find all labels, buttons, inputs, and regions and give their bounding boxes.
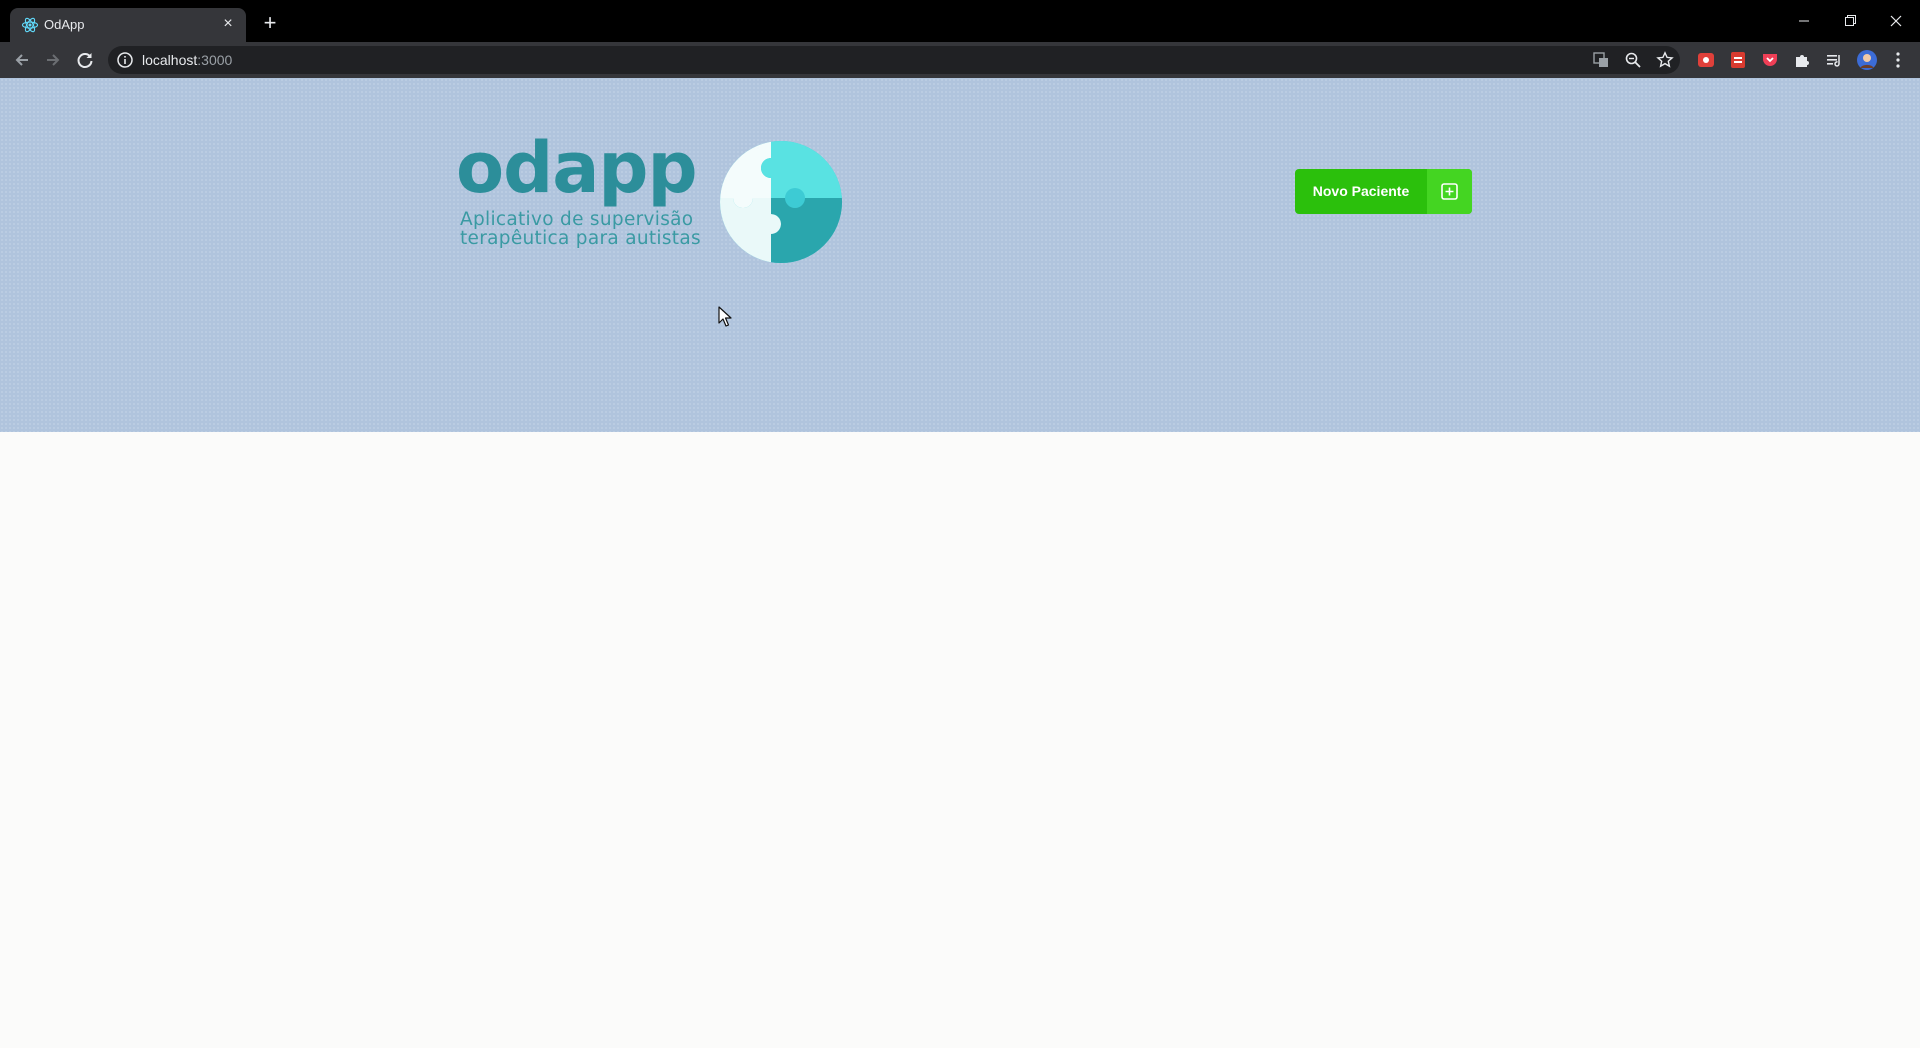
react-icon: [21, 17, 39, 33]
browser-toolbar: localhost:3000: [0, 42, 1920, 78]
address-bar[interactable]: localhost:3000: [108, 46, 1680, 74]
site-info-icon[interactable]: [116, 51, 134, 69]
url-text: localhost:3000: [142, 52, 232, 68]
new-tab-button[interactable]: +: [258, 12, 282, 36]
url-host: localhost: [142, 52, 198, 68]
forward-arrow-icon[interactable]: [40, 47, 66, 73]
extensions-puzzle-icon[interactable]: [1792, 50, 1812, 70]
window-restore-button[interactable]: [1833, 8, 1867, 34]
window-minimize-button[interactable]: [1787, 8, 1821, 34]
reload-icon[interactable]: [72, 47, 98, 73]
new-patient-icon-box: [1427, 169, 1472, 214]
extension-red-icon[interactable]: [1696, 50, 1716, 70]
translate-icon[interactable]: [1592, 51, 1610, 69]
logo-tagline: Aplicativo de supervisão terapêutica par…: [460, 210, 701, 248]
browser-tab-strip: OdApp × +: [0, 0, 1920, 42]
back-arrow-icon[interactable]: [9, 47, 35, 73]
extension-pdf-icon[interactable]: [1728, 50, 1748, 70]
hero-header: odapp Aplicativo de supervisão terapêuti…: [0, 78, 1920, 432]
tab-close-icon[interactable]: ×: [218, 14, 238, 34]
bookmark-star-icon[interactable]: [1656, 51, 1674, 69]
zoom-icon[interactable]: [1624, 51, 1642, 69]
url-port: :3000: [197, 52, 233, 68]
plus-square-icon: [1441, 183, 1458, 200]
logo-tagline-line2: terapêutica para autistas: [460, 228, 701, 249]
window-close-button[interactable]: [1879, 8, 1913, 34]
media-queue-icon[interactable]: [1824, 50, 1844, 70]
puzzle-globe-icon: [720, 141, 842, 263]
profile-avatar[interactable]: [1856, 49, 1878, 71]
browser-tab[interactable]: OdApp ×: [10, 8, 246, 42]
logo-tagline-line1: Aplicativo de supervisão: [460, 209, 694, 230]
new-patient-label: Novo Paciente: [1312, 183, 1410, 199]
browser-menu-icon[interactable]: [1888, 50, 1908, 70]
tab-title: OdApp: [44, 17, 85, 32]
odapp-logo[interactable]: odapp Aplicativo de supervisão terapêuti…: [452, 128, 852, 268]
pocket-icon[interactable]: [1760, 50, 1780, 70]
mouse-cursor-icon: [718, 306, 732, 327]
new-patient-button[interactable]: Novo Paciente: [1295, 169, 1472, 214]
logo-wordmark: odapp: [456, 127, 698, 209]
